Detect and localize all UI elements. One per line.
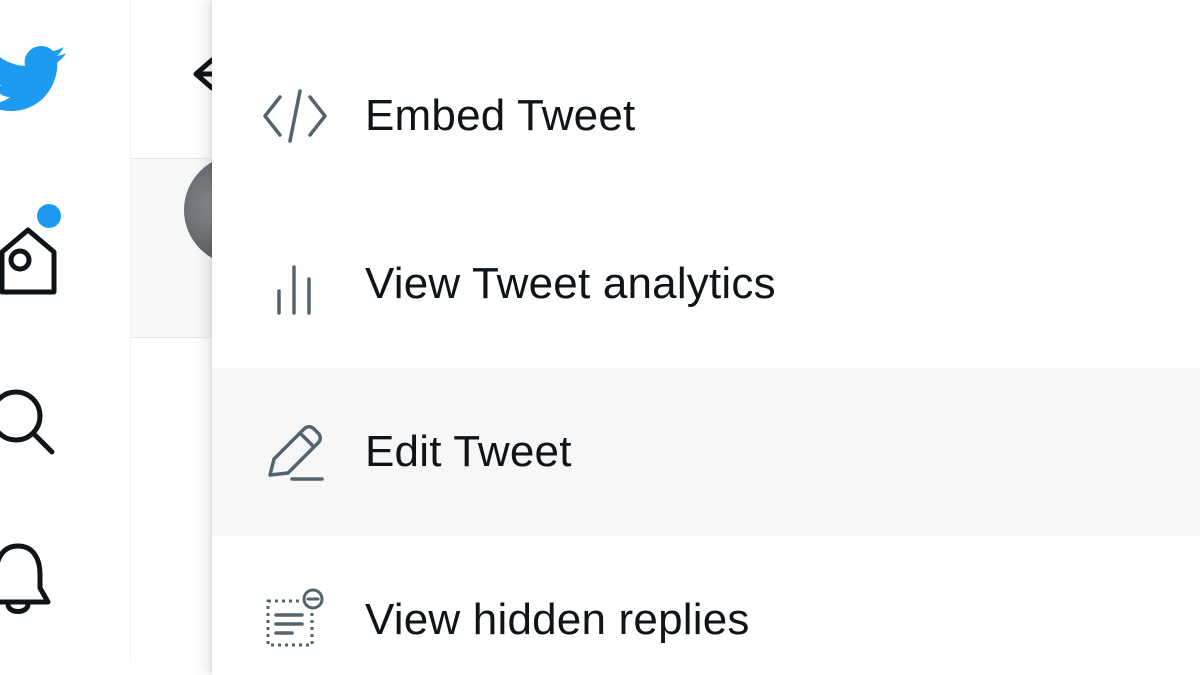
nav-home[interactable]: [0, 200, 68, 300]
tweet-options-menu: Embed Tweet View Tweet analytics Edit Tw…: [212, 0, 1200, 675]
menu-item-label: Embed Tweet: [365, 91, 636, 140]
analytics-icon: [262, 251, 328, 317]
menu-item-edit-tweet[interactable]: Edit Tweet: [212, 368, 1200, 536]
twitter-logo-icon[interactable]: [0, 38, 68, 118]
menu-item-label: View Tweet analytics: [365, 259, 776, 308]
search-icon[interactable]: [0, 382, 62, 462]
menu-item-label: View hidden replies: [365, 595, 750, 644]
bell-icon[interactable]: [0, 540, 58, 620]
hidden-replies-icon: [262, 587, 328, 653]
menu-item-view-analytics[interactable]: View Tweet analytics: [212, 200, 1200, 368]
menu-item-view-hidden-replies[interactable]: View hidden replies: [212, 536, 1200, 675]
code-icon: [262, 83, 328, 149]
sidebar-nav: [0, 0, 131, 660]
menu-item-label: Edit Tweet: [365, 427, 572, 476]
notification-dot: [35, 202, 63, 230]
app-window: Embed Tweet View Tweet analytics Edit Tw…: [0, 0, 1200, 675]
menu-item-embed-tweet[interactable]: Embed Tweet: [212, 32, 1200, 200]
edit-pencil-icon: [262, 419, 328, 485]
